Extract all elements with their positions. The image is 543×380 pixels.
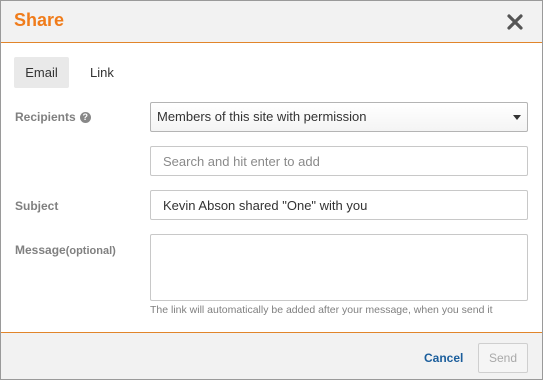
message-optional-text: (optional) [65,245,116,257]
tab-link[interactable]: Link [78,57,126,88]
dialog-title: Share [14,10,65,30]
tab-email[interactable]: Email [14,57,69,88]
recipients-select-value: Members of this site with permission [157,109,367,124]
question-circle-icon[interactable]: ? [79,112,91,123]
caret-down-icon [513,115,521,120]
message-hint: The link will automatically be added aft… [150,304,493,316]
message-label: Message(optional) [15,243,116,257]
subject-label: Subject [15,199,59,213]
dialog-header: Share [1,1,542,43]
share-dialog: Share Email Link Recipients? Members of … [0,0,543,380]
close-icon[interactable] [505,12,525,32]
subject-input[interactable] [150,190,528,220]
dialog-footer: Cancel Send [1,332,542,379]
cancel-button[interactable]: Cancel [424,351,463,365]
message-label-text: Message [15,243,66,257]
recipients-label: Recipients? [15,110,91,124]
recipients-select[interactable]: Members of this site with permission [150,102,528,132]
message-textarea[interactable] [150,234,528,301]
recipients-search-input[interactable] [150,146,528,176]
recipients-label-text: Recipients [15,110,76,124]
send-button[interactable]: Send [478,343,528,373]
